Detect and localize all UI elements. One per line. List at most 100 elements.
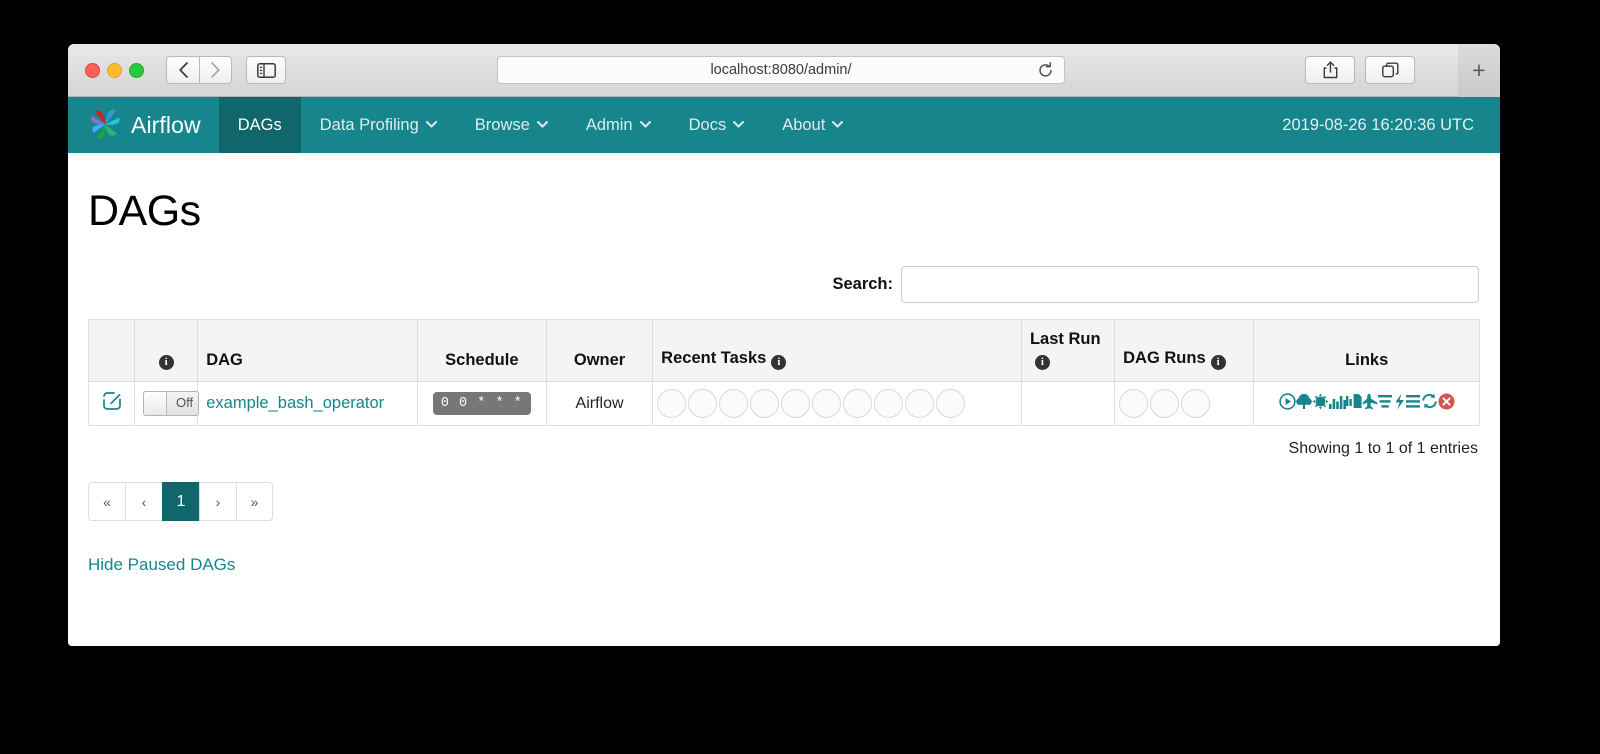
task-state-circle[interactable] <box>750 389 780 418</box>
task-state-circle[interactable] <box>936 389 966 418</box>
column-header-label: Links <box>1345 351 1389 369</box>
show-tabs-icon[interactable] <box>1365 56 1415 84</box>
task-state-circle[interactable] <box>905 389 935 418</box>
column-header-label: Owner <box>573 351 626 369</box>
chevron-right-icon <box>211 62 220 78</box>
toggle-knob <box>144 392 168 415</box>
task-duration-icon[interactable] <box>1328 394 1346 414</box>
window-maximize-button[interactable] <box>129 63 144 78</box>
toggle-label: Off <box>175 395 194 410</box>
pagination-next[interactable]: › <box>199 482 236 521</box>
schedule-badge: 0 0 * * * <box>432 392 531 415</box>
column-header-dag: DAG <box>197 319 418 382</box>
chevron-down-icon <box>832 119 844 131</box>
hide-paused-dags-link[interactable]: Hide Paused DAGs <box>88 555 235 575</box>
pagination-page-1[interactable]: 1 <box>162 482 199 521</box>
brand-label: Airflow <box>131 111 201 138</box>
column-header-recent-tasks: Recent Tasks i <box>652 319 1022 382</box>
chevron-down-icon <box>733 119 745 131</box>
info-icon[interactable]: i <box>1210 355 1226 370</box>
nav-item-dags[interactable]: DAGs <box>218 97 301 153</box>
nav-item-label: About <box>782 115 826 134</box>
task-state-circle[interactable] <box>843 389 873 418</box>
window-minimize-button[interactable] <box>107 63 122 78</box>
pagination-last[interactable]: » <box>236 482 273 521</box>
search-label: Search: <box>832 275 893 293</box>
column-header-owner: Owner <box>545 319 654 382</box>
column-header-links: Links <box>1253 319 1480 382</box>
table-row: Off example_bash_operator 0 0 * * * Airflow <box>87 381 1480 426</box>
graph-view-icon[interactable] <box>1312 393 1329 415</box>
browser-window: localhost:8080/admin/ + Airflow DAGs Dat… <box>68 44 1500 646</box>
nav-item-label: Data Profiling <box>319 115 419 134</box>
info-icon[interactable]: i <box>158 355 174 370</box>
task-state-circle[interactable] <box>781 389 811 418</box>
task-state-circle[interactable] <box>874 389 904 418</box>
landing-times-icon[interactable] <box>1362 393 1378 415</box>
page-content: DAGs Search: i DAG Schedule Owner Recent Tas… <box>68 187 1500 575</box>
reload-icon[interactable] <box>1037 62 1054 79</box>
table-body: Off example_bash_operator 0 0 * * * Airflow <box>87 381 1480 426</box>
column-header-label: Schedule <box>445 351 519 369</box>
info-icon[interactable]: i <box>771 355 787 370</box>
tabs-glyph <box>1381 62 1398 78</box>
brand-home-link[interactable]: Airflow <box>68 97 219 153</box>
nav-item-docs[interactable]: Docs <box>670 97 764 153</box>
utc-clock: 2019-08-26 16:20:36 UTC <box>1282 97 1474 153</box>
window-close-button[interactable] <box>85 63 100 78</box>
new-tab-button[interactable]: + <box>1458 44 1500 97</box>
gantt-icon[interactable] <box>1377 394 1393 414</box>
chevron-down-icon <box>536 119 548 131</box>
desktop-background: localhost:8080/admin/ + Airflow DAGs Dat… <box>0 0 1600 754</box>
web-page: Airflow DAGs Data Profiling Browse Admin Doc… <box>68 97 1500 646</box>
chevron-left-icon <box>178 62 188 78</box>
owner-label: Airflow <box>575 394 624 412</box>
recent-tasks-circles <box>657 389 1017 418</box>
url-bar[interactable]: localhost:8080/admin/ <box>497 56 1065 84</box>
chevron-down-icon <box>639 119 651 131</box>
dag-name-link[interactable]: example_bash_operator <box>206 394 384 412</box>
tree-view-icon[interactable] <box>1295 393 1312 415</box>
info-icon[interactable]: i <box>1034 355 1050 370</box>
links-cell <box>1253 381 1480 426</box>
task-tries-icon[interactable] <box>1345 393 1362 414</box>
pagination-first[interactable]: « <box>88 482 125 521</box>
showing-entries-text: Showing 1 to 1 of 1 entries <box>1288 440 1478 457</box>
nav-item-about[interactable]: About <box>763 97 862 153</box>
url-text: localhost:8080/admin/ <box>710 62 852 78</box>
share-icon[interactable] <box>1305 56 1355 84</box>
pagination-prev[interactable]: ‹ <box>125 482 162 521</box>
table-header-row: i DAG Schedule Owner Recent Tasks i Last Runi D… <box>87 319 1480 382</box>
new-tab-label: + <box>1472 57 1486 83</box>
search-input[interactable] <box>901 266 1479 303</box>
schedule-cell: 0 0 * * * <box>416 381 547 426</box>
back-icon[interactable] <box>166 56 199 84</box>
dag-run-state-circle[interactable] <box>1119 389 1149 418</box>
nav-item-admin[interactable]: Admin <box>567 97 670 153</box>
dag-pause-toggle[interactable]: Off <box>143 391 200 416</box>
trigger-dag-icon[interactable] <box>1279 392 1296 415</box>
nav-item-browse[interactable]: Browse <box>456 97 567 153</box>
dag-runs-circles <box>1119 389 1249 418</box>
nav-item-label: DAGs <box>237 115 282 134</box>
share-glyph <box>1323 61 1337 79</box>
task-state-circle[interactable] <box>657 389 687 418</box>
logs-icon[interactable] <box>1405 394 1421 414</box>
dag-run-state-circle[interactable] <box>1150 389 1180 418</box>
forward-icon[interactable] <box>199 56 232 84</box>
task-state-circle[interactable] <box>812 389 842 418</box>
task-state-circle[interactable] <box>719 389 749 418</box>
refresh-icon[interactable] <box>1421 393 1438 414</box>
edit-pencil-icon[interactable] <box>102 392 121 414</box>
sidebar-toggle-icon[interactable] <box>246 56 286 84</box>
pagination: «‹ 1 ›» <box>88 482 1480 521</box>
nav-item-label: Admin <box>585 115 633 134</box>
task-state-circle[interactable] <box>688 389 718 418</box>
column-header-blank-1: i <box>134 319 199 382</box>
column-header-blank-0 <box>87 319 136 382</box>
edit-dag-cell <box>87 381 136 426</box>
delete-dag-icon[interactable] <box>1438 393 1455 415</box>
dag-run-state-circle[interactable] <box>1181 389 1211 418</box>
nav-item-data-profiling[interactable]: Data Profiling <box>301 97 456 153</box>
code-icon[interactable] <box>1393 393 1406 415</box>
